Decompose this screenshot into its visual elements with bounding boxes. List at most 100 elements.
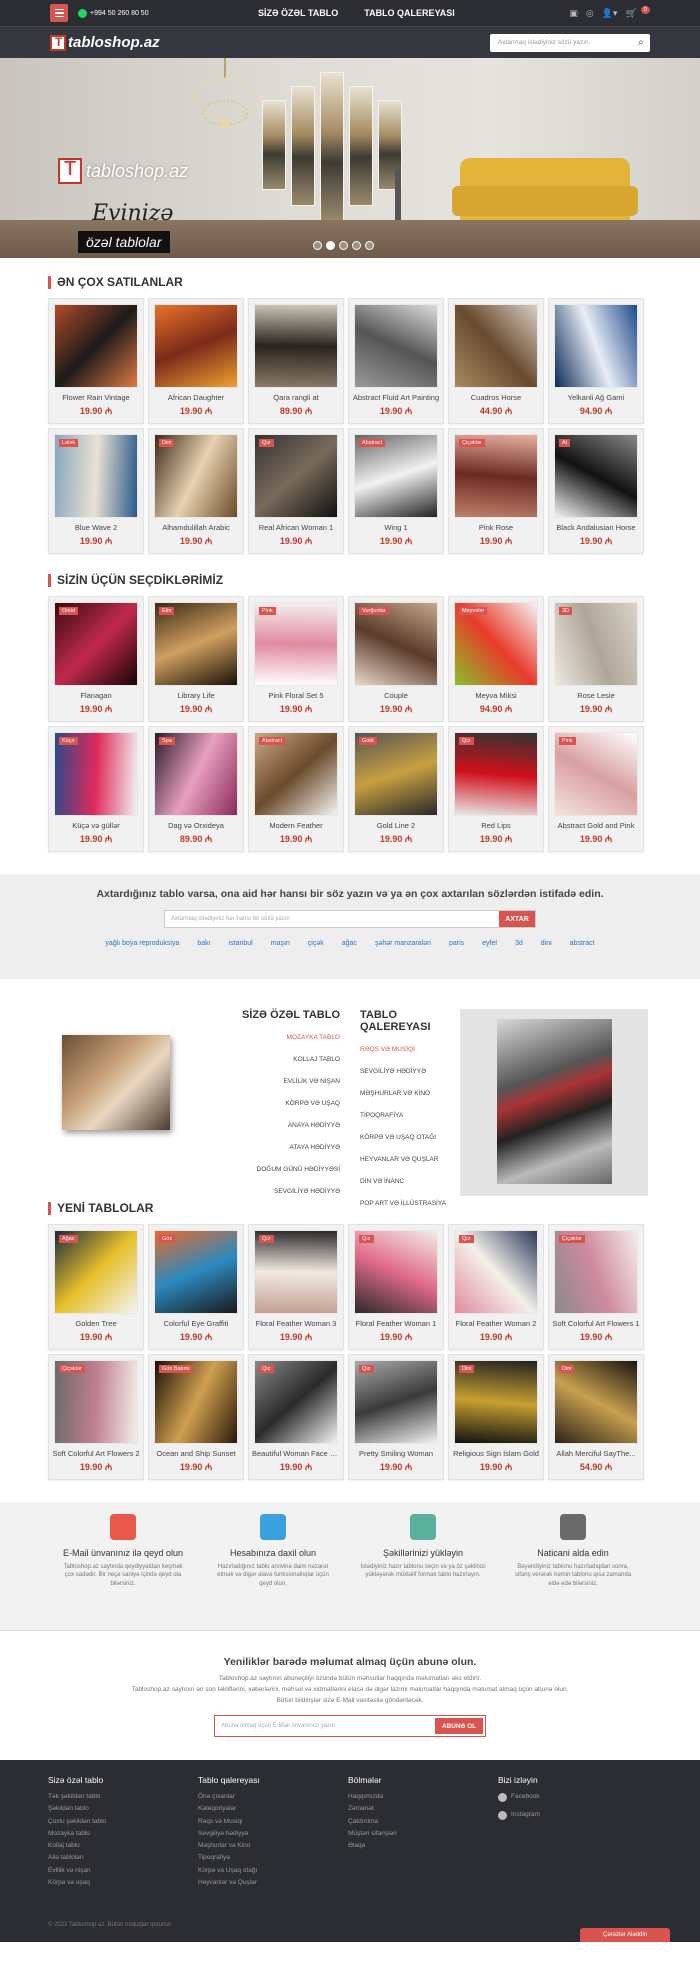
product-card[interactable]: Orkid Flanagan 19.90 ₼ [48, 596, 144, 722]
product-name[interactable]: Red Lips [449, 821, 543, 830]
product-image[interactable]: Çiçəklər [454, 434, 538, 518]
cookie-button[interactable]: Çərəzlər Aləddin [580, 1928, 670, 1942]
category-menu-item[interactable]: RƏQS VƏ MUSİQİ [360, 1039, 470, 1061]
product-card[interactable]: Qız Pretty Smiling Woman 19.90 ₼ [348, 1354, 444, 1480]
product-image[interactable]: 3D [554, 602, 638, 686]
footer-link[interactable]: Şəkildən tablo [48, 1803, 198, 1815]
slider-dot[interactable] [339, 241, 348, 250]
category-menu-item[interactable]: DİN VƏ İNANC [360, 1171, 470, 1193]
product-card[interactable]: Küçə Küçə və güllər 19.90 ₼ [48, 726, 144, 852]
search-input[interactable]: Axtarmaq istədiyiniz sözü yazın. [498, 39, 590, 46]
product-image[interactable]: Qız [354, 1230, 438, 1314]
search-icon[interactable]: ⌕ [632, 34, 650, 52]
product-image[interactable]: Spa [154, 732, 238, 816]
product-card[interactable]: Abstract Fluid Art Painting 19.90 ₼ [348, 298, 444, 424]
product-card[interactable]: Çiçəklər Pink Rose 19.90 ₼ [448, 428, 544, 554]
popular-tag-link[interactable]: yağlı boya reproduksiya [105, 940, 179, 947]
product-name[interactable]: Real African Woman 1 [249, 523, 343, 532]
product-image[interactable] [554, 304, 638, 388]
product-image[interactable]: Lələk [54, 434, 138, 518]
product-card[interactable]: Gold Gold Line 2 19.90 ₼ [348, 726, 444, 852]
product-name[interactable]: Meyva Miksi [449, 691, 543, 700]
category-menu-item[interactable]: TİPOQRAFİYA [360, 1105, 470, 1127]
product-image[interactable]: Çiçəklər [54, 1360, 138, 1444]
popular-tag-link[interactable]: bakı [197, 940, 210, 947]
product-image[interactable]: Ağac [54, 1230, 138, 1314]
product-card[interactable]: Qız Floral Feather Woman 1 19.90 ₼ [348, 1224, 444, 1350]
product-image[interactable]: Qız [354, 1360, 438, 1444]
footer-link[interactable]: Facebook [498, 1791, 648, 1803]
product-image[interactable] [254, 304, 338, 388]
category-menu-item[interactable]: POP ART VƏ İLLÜSTRASİYA [360, 1193, 470, 1215]
product-name[interactable]: Beautiful Woman Face Silhouette [249, 1449, 343, 1458]
footer-link[interactable]: Əlaqə [348, 1840, 498, 1852]
product-card[interactable]: Dini Allah Merciful SayThe... 54.90 ₼ [548, 1354, 644, 1480]
product-name[interactable]: Library Life [149, 691, 243, 700]
product-card[interactable]: Çiçəklər Soft Colorful Art Flowers 1 19.90… [548, 1224, 644, 1350]
footer-link[interactable]: Zəmanət [348, 1803, 498, 1815]
product-image[interactable]: Qız [454, 1230, 538, 1314]
category-menu-item[interactable]: EVLİLİK VƏ NİŞAN [220, 1071, 340, 1093]
category-menu-item[interactable]: KOLLAJ TABLO [220, 1049, 340, 1071]
product-card[interactable]: Dini Religious Sign Islam Gold 19.90 ₼ [448, 1354, 544, 1480]
popular-tag-link[interactable]: şəhər manzaraləri [375, 940, 431, 947]
footer-link[interactable]: Instagram [498, 1809, 648, 1821]
product-name[interactable]: Dag və Orxideya [149, 821, 243, 830]
search-band-input[interactable]: Axtarmaq istədiyiniz hər hansı bir sözü … [165, 911, 499, 927]
category-menu-item[interactable]: MƏŞHURLAR VƏ KİNO [360, 1083, 470, 1105]
footer-link[interactable]: Rəqs və Musiqi [198, 1816, 348, 1828]
product-name[interactable]: Couple [349, 691, 443, 700]
product-image[interactable]: At [554, 434, 638, 518]
product-image[interactable]: Gold [354, 732, 438, 816]
product-name[interactable]: Pink Floral Set 5 [249, 691, 343, 700]
product-name[interactable]: Religious Sign Islam Gold [449, 1449, 543, 1458]
product-image[interactable]: Dini [554, 1360, 638, 1444]
facebook-icon[interactable]: ▣ [569, 8, 578, 19]
product-name[interactable]: Floral Feather Woman 1 [349, 1319, 443, 1328]
footer-link[interactable]: Tipoqrafiya [198, 1852, 348, 1864]
footer-link[interactable]: Müştəri sifarişləri [348, 1828, 498, 1840]
footer-link[interactable]: Çatdırılma [348, 1816, 498, 1828]
product-image[interactable]: Orkid [54, 602, 138, 686]
product-image[interactable]: Meyvələr [454, 602, 538, 686]
product-card[interactable]: Qara rangli at 89.90 ₼ [248, 298, 344, 424]
product-card[interactable]: Abstract Wing 1 19.90 ₼ [348, 428, 444, 554]
product-image[interactable]: Dini [454, 1360, 538, 1444]
product-image[interactable]: Qız [254, 1360, 338, 1444]
product-image[interactable]: Abstract [354, 434, 438, 518]
footer-link[interactable]: Sevgiliyə hədiyyə [198, 1828, 348, 1840]
product-name[interactable]: Soft Colorful Art Flowers 2 [49, 1449, 143, 1458]
gallery-feature-art[interactable] [460, 1009, 648, 1196]
product-image[interactable]: Küçə [54, 732, 138, 816]
product-image[interactable] [54, 304, 138, 388]
product-image[interactable]: Abstract [254, 732, 338, 816]
product-name[interactable]: Floral Feather Woman 3 [249, 1319, 343, 1328]
product-name[interactable]: Allah Merciful SayThe... [549, 1449, 643, 1458]
category-menu-item[interactable]: ATAYA HƏDİYYƏ [220, 1137, 340, 1159]
product-card[interactable]: Flower Rain Vintage 19.90 ₼ [48, 298, 144, 424]
subscribe-button[interactable]: ABUNƏ OL [435, 1718, 483, 1735]
product-name[interactable]: African Daughter [149, 393, 243, 402]
product-card[interactable]: 3D Rose Lesie 19.90 ₼ [548, 596, 644, 722]
product-card[interactable]: Yelkanli Ağ Gami 94.90 ₼ [548, 298, 644, 424]
product-name[interactable]: Rose Lesie [549, 691, 643, 700]
footer-link[interactable]: Kollaj tablo [48, 1840, 198, 1852]
product-name[interactable]: Wing 1 [349, 523, 443, 532]
footer-link[interactable]: Önə çıxanlar [198, 1791, 348, 1803]
category-menu-item[interactable]: KÖRPƏ VƏ UŞAQ [220, 1093, 340, 1115]
product-image[interactable]: Pink [554, 732, 638, 816]
product-card[interactable]: Gün Batımı Ocean and Ship Sunset 19.90 ₼ [148, 1354, 244, 1480]
popular-tag-link[interactable]: çiçək [308, 940, 324, 947]
product-card[interactable]: Vurğunlar Couple 19.90 ₼ [348, 596, 444, 722]
product-card[interactable]: Göz Colorful Eye Graffiti 19.90 ₼ [148, 1224, 244, 1350]
user-icon[interactable]: 👤▾ [602, 8, 618, 19]
footer-link[interactable]: Tək şəkildən tablo [48, 1791, 198, 1803]
product-name[interactable]: Soft Colorful Art Flowers 1 [549, 1319, 643, 1328]
product-card[interactable]: Spa Dag və Orxideya 89.90 ₼ [148, 726, 244, 852]
product-name[interactable]: Yelkanli Ağ Gami [549, 393, 643, 402]
product-name[interactable]: Abstract Fluid Art Painting [349, 393, 443, 402]
product-card[interactable]: Pink Abstract Gold and Pink 19.90 ₼ [548, 726, 644, 852]
product-image[interactable]: Qız [454, 732, 538, 816]
nav-gallery[interactable]: TABLO QALEREYASI [364, 8, 455, 18]
product-name[interactable]: Golden Tree [49, 1319, 143, 1328]
